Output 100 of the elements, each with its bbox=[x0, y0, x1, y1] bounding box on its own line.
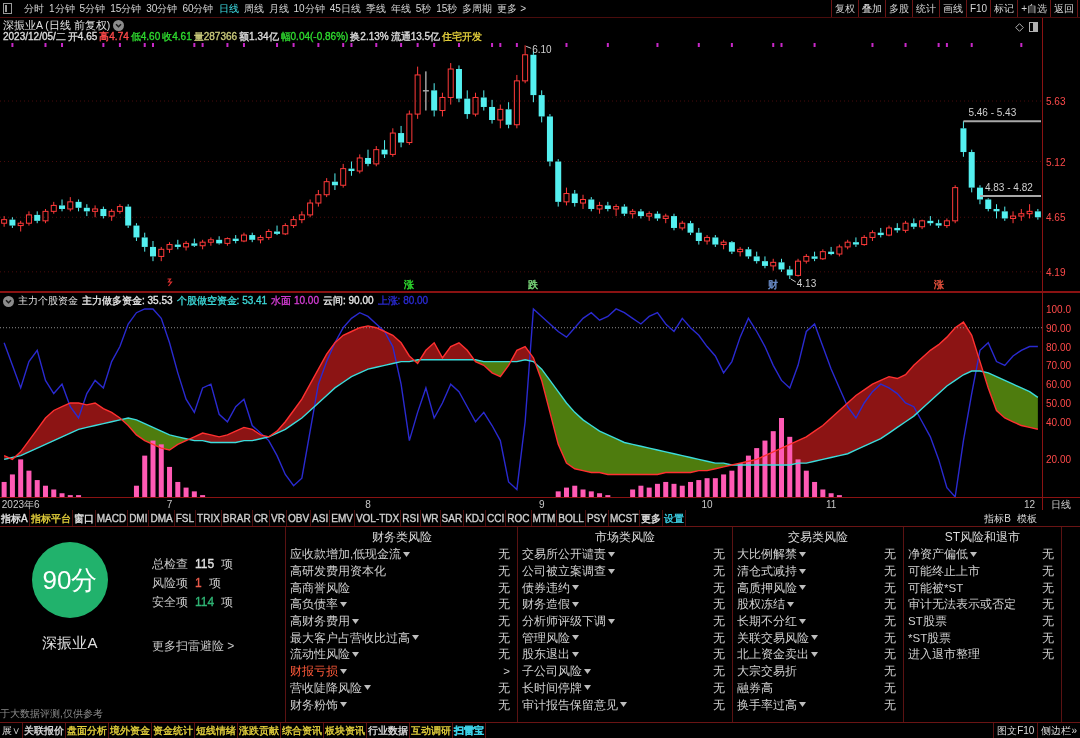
bottom-tab[interactable]: 涨跌贡献 bbox=[238, 723, 281, 738]
risk-item[interactable]: *ST股票 bbox=[908, 630, 952, 645]
dropdown-icon[interactable] bbox=[113, 19, 125, 31]
period-tab[interactable]: 多周期 bbox=[462, 1, 493, 16]
caret-icon[interactable] bbox=[970, 551, 977, 557]
bottom-tab[interactable]: 板块资讯 bbox=[324, 723, 367, 738]
risk-item[interactable]: 高负债率 bbox=[290, 597, 338, 612]
period-tab[interactable]: 45日线 bbox=[329, 1, 361, 16]
period-tab[interactable]: 60分钟 bbox=[182, 1, 214, 16]
bottom-tab[interactable]: 关联报价 bbox=[23, 723, 66, 738]
indicator-tab[interactable]: KDJ bbox=[464, 510, 487, 526]
risk-item[interactable]: 高商誉风险 bbox=[290, 580, 350, 595]
panel-button[interactable]: 图文F10 bbox=[993, 723, 1038, 738]
caret-icon[interactable] bbox=[608, 568, 615, 574]
bottom-tab[interactable]: 互动调研 bbox=[410, 723, 453, 738]
period-tab[interactable]: 分时 bbox=[24, 1, 44, 16]
risk-item[interactable]: 高质押风险 bbox=[737, 580, 797, 595]
risk-item[interactable]: 大宗交易折 bbox=[737, 664, 797, 679]
event-tag[interactable]: 涨 bbox=[404, 279, 415, 290]
risk-item[interactable]: 清仓式减持 bbox=[737, 564, 797, 579]
period-tab[interactable]: 日线 bbox=[218, 1, 239, 16]
indicator-tab[interactable]: VR bbox=[270, 510, 287, 526]
indicator-tab[interactable]: PSY bbox=[585, 510, 609, 526]
indicator-tab[interactable]: EMV bbox=[330, 510, 355, 526]
indicator-tab[interactable]: CR bbox=[252, 510, 271, 526]
risk-item[interactable]: 长期不分红 bbox=[737, 614, 797, 629]
indicator-tab[interactable]: MACD bbox=[95, 510, 129, 526]
window-icon[interactable] bbox=[3, 3, 12, 14]
indicator-tab[interactable]: 更多 bbox=[640, 510, 664, 526]
risk-item[interactable]: 交易所公开谴责 bbox=[522, 547, 606, 562]
indicator-tab[interactable]: OBV bbox=[287, 510, 312, 526]
risk-item[interactable]: 换手率过高 bbox=[737, 697, 797, 712]
period-tab[interactable]: 月线 bbox=[268, 1, 289, 16]
caret-icon[interactable] bbox=[352, 651, 359, 657]
indicator-tab[interactable]: MCST bbox=[608, 510, 641, 526]
risk-item[interactable]: 最大客户占营收比过高 bbox=[290, 630, 410, 645]
risk-item[interactable]: 融券高 bbox=[737, 680, 773, 695]
period-tab[interactable]: 5秒 bbox=[415, 1, 432, 16]
caret-icon[interactable] bbox=[811, 651, 818, 657]
panel-icon[interactable] bbox=[1029, 22, 1038, 32]
bottom-tab[interactable]: 综合资讯 bbox=[281, 723, 324, 738]
toolbar-button[interactable]: 叠加 bbox=[858, 0, 886, 17]
period-tab[interactable]: 30分钟 bbox=[146, 1, 178, 16]
indicator-tab[interactable]: 指标B bbox=[981, 510, 1014, 526]
panel-button[interactable]: 侧边栏» bbox=[1037, 723, 1080, 738]
caret-icon[interactable] bbox=[340, 668, 347, 674]
indicator-tab[interactable]: CCI bbox=[486, 510, 507, 526]
bottom-tab[interactable]: 境外资金 bbox=[109, 723, 152, 738]
caret-icon[interactable] bbox=[799, 568, 806, 574]
indicator-tab[interactable]: BOLL bbox=[557, 510, 586, 526]
risk-item[interactable]: 营收陡降风险 bbox=[290, 680, 362, 695]
risk-item[interactable]: 北上资金卖出 bbox=[737, 647, 809, 662]
caret-icon[interactable] bbox=[799, 702, 806, 708]
toolbar-button[interactable]: +自选 bbox=[1018, 0, 1051, 17]
caret-icon[interactable] bbox=[352, 618, 359, 624]
risk-item[interactable]: ST股票 bbox=[908, 614, 947, 629]
indicator-tab[interactable]: 设置 bbox=[663, 510, 687, 526]
risk-item[interactable]: 关联交易风险 bbox=[737, 630, 809, 645]
risk-item[interactable]: 审计无法表示或否定 bbox=[908, 597, 1016, 612]
risk-item[interactable]: 应收款增加,低现金流 bbox=[290, 547, 402, 562]
indicator-tab[interactable]: ROC bbox=[506, 510, 532, 526]
risk-item[interactable]: 进入退市整理 bbox=[908, 647, 980, 662]
indicator-tab[interactable]: BRAR bbox=[221, 510, 253, 526]
indicator-tab[interactable]: VOL-TDX bbox=[354, 510, 402, 526]
caret-icon[interactable] bbox=[787, 601, 794, 607]
event-tag[interactable]: 跌 bbox=[528, 279, 539, 290]
caret-icon[interactable] bbox=[572, 601, 579, 607]
risk-item[interactable]: 分析师评级下调 bbox=[522, 614, 606, 629]
toolbar-button[interactable]: 返回 bbox=[1051, 0, 1078, 17]
risk-item[interactable]: 股东退出 bbox=[522, 647, 570, 662]
period-label[interactable]: 日线 bbox=[1051, 499, 1071, 510]
more-link[interactable]: 更多扫雷避险 > bbox=[152, 639, 235, 654]
toolbar-button[interactable]: 复权 bbox=[831, 0, 859, 17]
event-tag[interactable]: 财 bbox=[768, 279, 779, 290]
risk-item[interactable]: 财务造假 bbox=[522, 597, 570, 612]
caret-icon[interactable] bbox=[608, 551, 615, 557]
caret-icon[interactable] bbox=[799, 585, 806, 591]
caret-icon[interactable] bbox=[608, 618, 615, 624]
period-tab[interactable]: 1分钟 bbox=[49, 1, 75, 16]
risk-item[interactable]: 可能终止上市 bbox=[908, 564, 980, 579]
indicator-tab[interactable]: DMA bbox=[149, 510, 175, 526]
diamond-icon[interactable] bbox=[1015, 22, 1024, 32]
period-tab[interactable]: 年线 bbox=[390, 1, 411, 16]
bottom-tab[interactable]: 行业数据 bbox=[367, 723, 410, 738]
caret-icon[interactable] bbox=[584, 668, 591, 674]
bottom-tab[interactable]: 短线情绪 bbox=[195, 723, 238, 738]
risk-item[interactable]: 债券违约 bbox=[522, 580, 570, 595]
period-tab[interactable]: 季线 bbox=[365, 1, 386, 16]
bottom-tab[interactable]: 资金统计 bbox=[152, 723, 195, 738]
risk-item[interactable]: 子公司风险 bbox=[522, 664, 582, 679]
indicator-tab[interactable]: 指标平台 bbox=[29, 510, 73, 526]
risk-item[interactable]: 股权冻结 bbox=[737, 597, 785, 612]
risk-item[interactable]: 可能被*ST bbox=[908, 580, 964, 595]
caret-icon[interactable] bbox=[364, 685, 371, 691]
caret-icon[interactable] bbox=[799, 618, 806, 624]
expand-button[interactable]: 展∨ bbox=[0, 723, 23, 738]
caret-icon[interactable] bbox=[403, 551, 411, 557]
toolbar-button[interactable]: 标记 bbox=[991, 0, 1019, 17]
toolbar-button[interactable]: 多股 bbox=[885, 0, 913, 17]
caret-icon[interactable] bbox=[620, 702, 627, 708]
